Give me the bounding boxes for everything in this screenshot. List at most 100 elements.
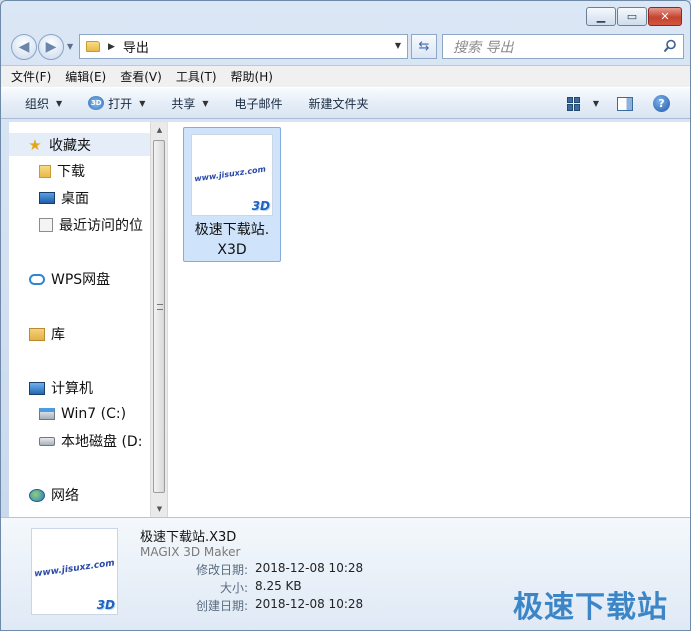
navigation-pane: ★ 收藏夹 下载 桌面 最近访问的位 WPS网盘 库 计算机 Win7 (C:) …	[9, 122, 150, 517]
cloud-icon	[29, 273, 45, 285]
sidebar-item-downloads[interactable]: 下载	[39, 160, 85, 182]
chevron-down-icon: ▼	[139, 98, 146, 108]
details-modified-row: 修改日期: 2018-12-08 10:28	[140, 561, 363, 578]
organize-label: 组织	[25, 96, 50, 111]
open-button[interactable]: 3D 打开 ▼	[88, 95, 145, 112]
command-bar: 组织 ▼ 3D 打开 ▼ 共享 ▼ 电子邮件 新建文件夹 ▼ ?	[1, 87, 690, 119]
help-icon[interactable]: ?	[653, 95, 670, 112]
sidebar-item-label: 网络	[51, 488, 79, 504]
arrow-left-icon: ◀	[18, 39, 30, 55]
sidebar-item-label: 本地磁盘 (D:	[61, 434, 143, 450]
share-button[interactable]: 共享 ▼	[171, 95, 208, 112]
scroll-up-icon[interactable]: ▲	[151, 122, 168, 138]
file-name-line2: X3D	[217, 242, 247, 258]
hard-drive-icon	[39, 436, 55, 446]
chevron-down-icon[interactable]: ▼	[593, 99, 599, 108]
menu-tools[interactable]: 工具(T)	[176, 68, 217, 85]
sidebar-item-label: 收藏夹	[49, 137, 91, 154]
thumbnail-text: www.jisuxz.com	[193, 164, 267, 184]
network-icon	[29, 488, 45, 502]
sidebar-item-computer[interactable]: 计算机	[29, 377, 93, 399]
arrow-right-icon: ▶	[45, 39, 57, 55]
file-list[interactable]: www.jisuxz.com 3D 极速下载站. X3D	[168, 122, 690, 517]
menu-file[interactable]: 文件(F)	[11, 68, 51, 85]
sidebar-item-desktop[interactable]: 桌面	[39, 187, 89, 209]
address-bar[interactable]: ▶ 导出 ▼	[79, 34, 408, 59]
details-created-row: 创建日期: 2018-12-08 10:28	[140, 597, 363, 614]
sidebar-item-label: 最近访问的位	[59, 218, 143, 234]
open-label: 打开	[108, 96, 133, 111]
size-label: 大小:	[219, 581, 248, 595]
search-placeholder: 搜索 导出	[453, 39, 514, 56]
sidebar-item-recent[interactable]: 最近访问的位	[39, 214, 143, 236]
view-options-icon[interactable]	[566, 96, 581, 111]
folder-icon	[39, 164, 51, 178]
grip-icon	[157, 304, 163, 310]
breadcrumb-arrow-icon[interactable]: ▶	[108, 42, 115, 52]
3d-badge-icon: 3D	[251, 199, 270, 213]
menu-help[interactable]: 帮助(H)	[231, 68, 273, 85]
star-icon: ★	[28, 135, 42, 154]
refresh-icon: ⇆	[418, 39, 430, 54]
sidebar-item-network[interactable]: 网络	[29, 484, 79, 506]
created-label: 创建日期:	[195, 599, 248, 613]
sidebar-item-label: WPS网盘	[51, 272, 111, 288]
close-button[interactable]: ✕	[648, 7, 682, 26]
scroll-down-icon[interactable]: ▼	[151, 501, 168, 517]
sidebar-item-libraries[interactable]: 库	[29, 323, 65, 345]
minimize-button[interactable]: ▁	[586, 7, 616, 26]
menu-view[interactable]: 查看(V)	[120, 68, 162, 85]
recent-pages-dropdown[interactable]: ▼	[67, 42, 73, 51]
email-label: 电子邮件	[234, 96, 283, 111]
file-name-line1: 极速下载站.	[194, 222, 270, 238]
view-controls: ▼ ?	[566, 95, 670, 112]
details-thumbnail: www.jisuxz.com 3D	[31, 528, 118, 615]
sidebar-item-label: 计算机	[51, 381, 93, 397]
organize-button[interactable]: 组织 ▼	[25, 95, 62, 112]
modified-label: 修改日期:	[195, 563, 248, 577]
email-button[interactable]: 电子邮件	[235, 95, 283, 112]
site-watermark: 极速下载站	[513, 590, 668, 625]
menu-edit[interactable]: 编辑(E)	[65, 68, 106, 85]
sidebar-item-favorites[interactable]: ★ 收藏夹	[9, 132, 150, 156]
sidebar-item-wps-cloud[interactable]: WPS网盘	[29, 268, 110, 290]
share-label: 共享	[171, 96, 196, 111]
details-pane: www.jisuxz.com 3D 极速下载站.X3D MAGIX 3D Mak…	[1, 517, 690, 630]
recent-places-icon	[39, 218, 53, 232]
file-name: 极速下载站. X3D	[184, 220, 280, 260]
modified-value: 2018-12-08 10:28	[255, 561, 364, 575]
search-input[interactable]: 搜索 导出	[442, 34, 684, 59]
size-value: 8.25 KB	[255, 579, 302, 593]
search-icon[interactable]	[663, 39, 677, 53]
menu-bar: 文件(F) 编辑(E) 查看(V) 工具(T) 帮助(H)	[1, 65, 690, 87]
address-dropdown[interactable]: ▼	[395, 41, 401, 50]
desktop-icon	[39, 192, 55, 204]
preview-pane-icon[interactable]	[617, 96, 633, 111]
explorer-window: ▁ ▭ ✕ ◀ ▶ ▼ ▶ 导出 ▼ ⇆ 搜索 导出 文件(F) 编辑(E) 查…	[0, 0, 691, 631]
details-file-name: 极速下载站.X3D	[140, 530, 237, 545]
chevron-down-icon: ▼	[56, 98, 63, 108]
system-drive-icon	[39, 408, 55, 420]
refresh-button[interactable]: ⇆	[411, 34, 437, 59]
sidebar-item-label: Win7 (C:)	[61, 406, 127, 422]
new-folder-label: 新建文件夹	[308, 96, 369, 111]
file-thumbnail: www.jisuxz.com 3D	[191, 134, 273, 216]
new-folder-button[interactable]: 新建文件夹	[309, 95, 369, 112]
sidebar-item-label: 下载	[57, 164, 85, 180]
caption-buttons: ▁ ▭ ✕	[585, 7, 682, 26]
sidebar-item-label: 桌面	[61, 191, 89, 207]
chevron-down-icon: ▼	[202, 98, 209, 108]
sidebar-scrollbar[interactable]: ▲ ▼	[150, 122, 167, 517]
scroll-thumb[interactable]	[153, 140, 165, 493]
3d-badge-icon: 3D	[96, 598, 115, 612]
maximize-button[interactable]: ▭	[617, 7, 647, 26]
details-size-row: 大小: 8.25 KB	[140, 579, 302, 596]
sidebar-item-drive-d[interactable]: 本地磁盘 (D:	[39, 430, 142, 452]
file-item[interactable]: www.jisuxz.com 3D 极速下载站. X3D	[183, 127, 281, 262]
computer-icon	[29, 381, 45, 395]
back-button[interactable]: ◀	[11, 34, 37, 60]
sidebar-item-drive-c[interactable]: Win7 (C:)	[39, 403, 126, 425]
breadcrumb-item[interactable]: 导出	[123, 37, 149, 56]
forward-button[interactable]: ▶	[38, 34, 64, 60]
sidebar-item-label: 库	[51, 327, 65, 343]
